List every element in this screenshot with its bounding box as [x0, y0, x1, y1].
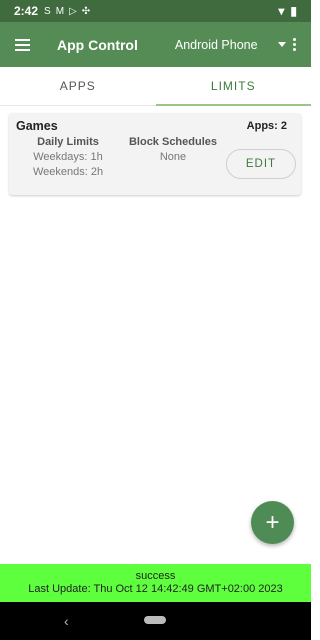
block-schedules-header: Block Schedules — [128, 136, 218, 148]
overflow-menu-icon[interactable] — [293, 38, 296, 51]
hamburger-menu-icon[interactable] — [15, 38, 30, 51]
card-title: Games — [16, 119, 58, 133]
back-icon[interactable]: ‹ — [64, 613, 69, 629]
tab-limits[interactable]: LIMITS — [155, 67, 312, 106]
status-panel: success Last Update: Thu Oct 12 14:42:49… — [0, 564, 311, 602]
daily-limits-header: Daily Limits — [37, 136, 99, 148]
daily-limits-section: Daily Limits Weekdays: 1h Weekends: 2h — [23, 135, 113, 180]
app-toolbar: App Control Android Phone — [0, 22, 311, 67]
weekends-limit: Weekends: 2h — [32, 166, 104, 178]
app-shortcut-icon: ✣ — [81, 5, 91, 17]
status-bar: 2:42 S M ▷ ✣ ▾ ▮ — [0, 0, 311, 22]
status-text: success — [135, 570, 176, 582]
apps-count: Apps: 2 — [246, 120, 287, 132]
device-name: Android Phone — [174, 37, 258, 52]
last-update-text: Last Update: Thu Oct 12 14:42:49 GMT+02:… — [28, 583, 283, 595]
weekdays-limit: Weekdays: 1h — [33, 151, 103, 163]
limit-card: Games Apps: 2 Daily Limits Weekdays: 1h … — [9, 113, 301, 195]
play-store-icon: ▷ — [69, 5, 77, 17]
home-icon[interactable] — [144, 616, 166, 624]
block-schedules-value: None — [159, 151, 187, 163]
device-selector[interactable]: Android Phone — [175, 38, 286, 52]
block-schedules-section: Block Schedules None — [123, 135, 223, 165]
add-button[interactable]: + — [251, 501, 294, 544]
wifi-icon: ▾ — [278, 4, 285, 18]
gmail-icon: M — [55, 5, 65, 17]
battery-icon: ▮ — [290, 4, 297, 18]
s-notification-icon: S — [44, 5, 51, 17]
dropdown-arrow-icon[interactable] — [277, 42, 286, 47]
clock: 2:42 — [14, 4, 39, 18]
tab-apps[interactable]: APPS — [0, 67, 156, 105]
tab-bar: APPS LIMITS — [0, 67, 311, 106]
edit-button[interactable]: EDIT — [226, 149, 296, 179]
app-title: App Control — [57, 36, 138, 53]
